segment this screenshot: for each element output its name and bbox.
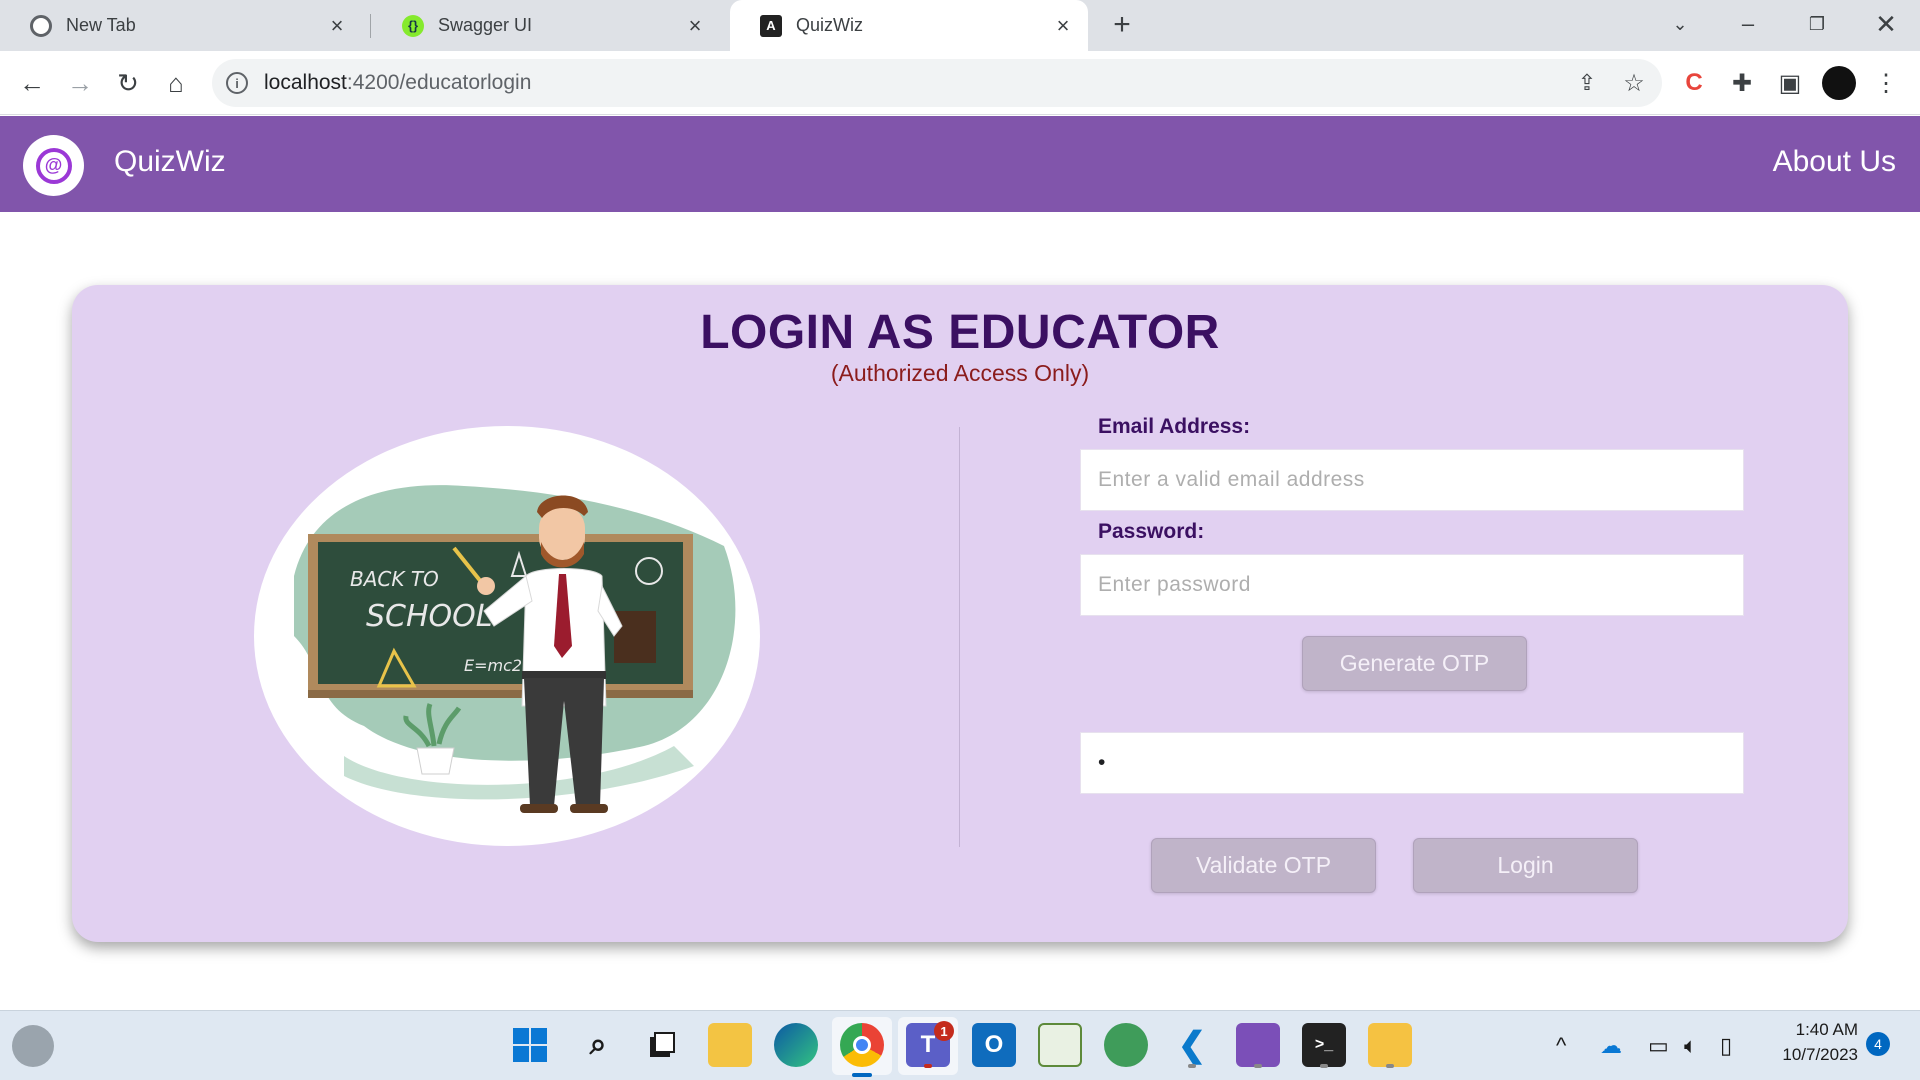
email-label: Email Address: — [1098, 415, 1251, 438]
chrome-icon — [30, 14, 52, 37]
tab-title: Swagger UI — [438, 15, 533, 35]
tab-swagger-ui[interactable]: {} Swagger UI × — [372, 0, 720, 51]
tab-title: QuizWiz — [796, 15, 863, 35]
login-button[interactable]: Login — [1413, 838, 1638, 893]
tray-chevron-up-icon[interactable]: ^ — [1556, 1033, 1566, 1059]
bookmark-star-icon[interactable]: ☆ — [1616, 65, 1652, 101]
profile-avatar[interactable] — [1822, 66, 1856, 100]
vscode-icon[interactable]: ❮ — [1170, 1023, 1214, 1067]
minimize-icon[interactable]: – — [1728, 6, 1768, 42]
task-view-icon[interactable] — [640, 1023, 684, 1067]
app-header: @ QuizWiz About Us — [0, 116, 1920, 212]
generate-otp-button[interactable]: Generate OTP — [1302, 636, 1527, 691]
network-icon[interactable]: ▭ — [1648, 1033, 1669, 1059]
tab-search-icon[interactable]: ⌄ — [1660, 6, 1700, 42]
board-text-3: E=mc2 — [464, 656, 522, 675]
brand-name[interactable]: QuizWiz — [114, 145, 226, 179]
side-panel-icon[interactable]: ▣ — [1772, 65, 1808, 101]
visual-studio-icon[interactable] — [1236, 1023, 1280, 1067]
tab-title: New Tab — [66, 15, 136, 35]
new-tab-button[interactable]: + — [1106, 8, 1138, 41]
page-subtitle: (Authorized Access Only) — [830, 360, 1090, 386]
vscode-running-dot — [1188, 1064, 1196, 1068]
widgets-weather-icon[interactable] — [12, 1025, 54, 1067]
url-path: :4200/educatorlogin — [346, 71, 532, 94]
extension-c-icon[interactable]: C — [1676, 65, 1712, 101]
otp-field[interactable]: • — [1080, 732, 1744, 794]
swagger-icon: {} — [402, 14, 424, 37]
board-text-1: BACK TO — [350, 567, 439, 591]
validate-otp-button[interactable]: Validate OTP — [1151, 838, 1376, 893]
home-icon[interactable]: ⌂ — [158, 65, 194, 101]
email-field[interactable] — [1080, 449, 1744, 511]
terminal-icon[interactable]: >_ — [1302, 1023, 1346, 1067]
browser-toolbar: ← → ↻ ⌂ i localhost :4200/educatorlogin … — [0, 51, 1920, 115]
tab-separator — [370, 14, 371, 38]
site-info-icon[interactable]: i — [226, 72, 248, 94]
url-host: localhost — [264, 71, 347, 94]
file-explorer-icon[interactable] — [708, 1023, 752, 1067]
vs-running-dot — [1254, 1064, 1262, 1068]
edge-icon[interactable] — [774, 1023, 818, 1067]
logo-q-icon: @ — [35, 147, 72, 184]
forward-icon[interactable]: → — [62, 65, 98, 101]
outlook-icon[interactable]: O — [972, 1023, 1016, 1067]
windows-start-icon[interactable] — [508, 1023, 552, 1067]
window-close-icon[interactable]: ✕ — [1866, 6, 1906, 42]
teams-badge: 1 — [934, 1021, 954, 1041]
terminal-running-dot — [1320, 1064, 1328, 1068]
clock-time[interactable]: 1:40 AM — [1758, 1020, 1858, 1040]
volume-icon[interactable]: 🔈︎ — [1684, 1033, 1697, 1059]
login-card: LOGIN AS EDUCATOR (Authorized Access Onl… — [72, 285, 1848, 942]
board-text-2: SCHOOL — [366, 599, 493, 634]
close-tab-icon[interactable]: × — [326, 13, 348, 38]
notepad-plus-icon[interactable] — [1038, 1023, 1082, 1067]
chrome-taskbar-icon[interactable] — [840, 1023, 884, 1067]
extensions-puzzle-icon[interactable]: ✚ — [1724, 65, 1760, 101]
browser-tab-strip: New Tab × {} Swagger UI × A QuizWiz × + … — [0, 0, 1920, 51]
close-tab-icon[interactable]: × — [684, 13, 706, 38]
quizwiz-logo[interactable]: @ — [23, 135, 84, 196]
chrome-active-indicator — [852, 1073, 872, 1077]
address-bar[interactable]: i localhost :4200/educatorlogin — [212, 59, 1662, 107]
restore-icon[interactable]: ❐ — [1797, 6, 1837, 42]
windows-taskbar: ⌕ T 1 O ❮ >_ ^ ☁ ▭ 🔈︎ ▯ — [0, 1010, 1920, 1080]
about-us-link[interactable]: About Us — [1773, 145, 1896, 179]
close-tab-icon[interactable]: × — [1052, 13, 1074, 38]
share-icon[interactable]: ⇪ — [1569, 65, 1605, 101]
battery-icon[interactable]: ▯ — [1720, 1033, 1732, 1059]
snip-running-dot — [1386, 1064, 1394, 1068]
page-title: LOGIN AS EDUCATOR — [700, 306, 1220, 359]
otp-field-value: • — [1098, 751, 1106, 774]
back-icon[interactable]: ← — [14, 65, 50, 101]
angular-icon: A — [760, 14, 782, 37]
vertical-divider — [959, 427, 960, 847]
password-field[interactable] — [1080, 554, 1744, 616]
notification-badge[interactable]: 4 — [1866, 1032, 1890, 1056]
menu-kebab-icon[interactable]: ⋮ — [1868, 65, 1904, 101]
globe-app-icon[interactable] — [1104, 1023, 1148, 1067]
teams-running-dot — [924, 1064, 932, 1068]
search-icon[interactable]: ⌕ — [576, 1023, 620, 1067]
onedrive-icon[interactable]: ☁ — [1600, 1033, 1622, 1059]
tab-new-tab[interactable]: New Tab × — [0, 0, 362, 51]
tab-quizwiz[interactable]: A QuizWiz × — [730, 0, 1088, 51]
snipping-tool-icon[interactable] — [1368, 1023, 1412, 1067]
clock-date[interactable]: 10/7/2023 — [1758, 1045, 1858, 1065]
reload-icon[interactable]: ↻ — [110, 65, 146, 101]
password-label: Password: — [1098, 520, 1205, 543]
teacher-illustration: BACK TO SCHOOL E=mc2 — [254, 426, 760, 846]
chalk-ledge — [308, 690, 693, 698]
